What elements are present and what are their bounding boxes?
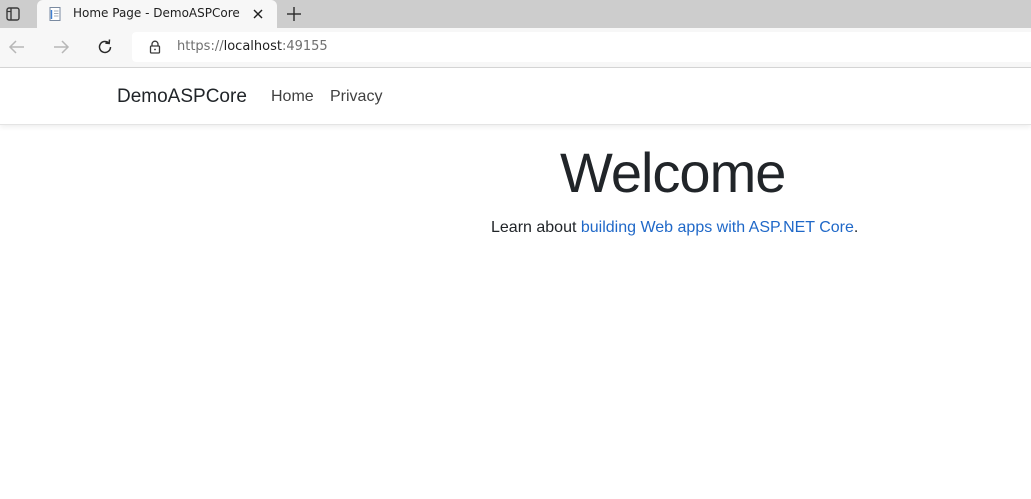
tab-title: Home Page - DemoASPCore	[73, 6, 240, 20]
lock-icon[interactable]	[148, 40, 162, 54]
lead-prefix: Learn about	[491, 219, 581, 236]
url-port: :49155	[281, 39, 328, 54]
nav-link-privacy[interactable]: Privacy	[330, 88, 382, 106]
url-host: localhost	[223, 39, 282, 54]
lead-suffix: .	[853, 219, 859, 236]
close-icon[interactable]	[251, 7, 265, 21]
arrow-left-icon[interactable]	[7, 37, 27, 57]
address-bar[interactable]: https://localhost:49155	[132, 32, 1031, 62]
browser-tab[interactable]: Home Page - DemoASPCore	[37, 0, 277, 28]
tab-actions-icon	[6, 7, 20, 21]
tab-actions-button[interactable]	[0, 0, 26, 28]
page-icon	[49, 7, 61, 21]
url-text[interactable]: https://localhost:49155	[177, 39, 328, 54]
brand-link[interactable]: DemoASPCore	[117, 86, 247, 108]
browser-toolbar: https://localhost:49155	[0, 28, 1031, 68]
lead-text: Learn about building Web apps with ASP.N…	[491, 219, 858, 237]
page-title: Welcome	[560, 141, 786, 204]
tab-strip: Home Page - DemoASPCore	[0, 0, 1031, 28]
arrow-right-icon[interactable]	[51, 37, 71, 57]
site-navbar: DemoASPCore Home Privacy	[0, 68, 1031, 125]
plus-icon[interactable]	[284, 4, 304, 24]
aspnet-docs-link[interactable]: building Web apps with ASP.NET Core	[581, 219, 854, 236]
url-scheme: https://	[177, 39, 224, 54]
nav-link-home[interactable]: Home	[271, 88, 314, 106]
refresh-icon[interactable]	[95, 37, 115, 57]
